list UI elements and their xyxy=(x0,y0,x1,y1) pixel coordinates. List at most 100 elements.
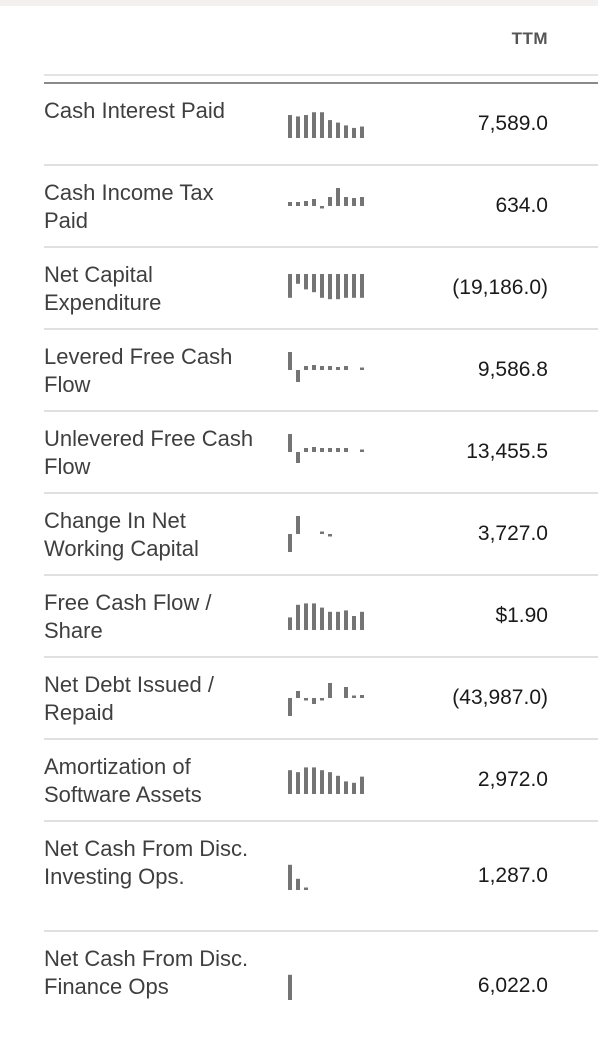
sparkline-bar xyxy=(344,366,348,370)
sparkline-bar xyxy=(296,878,300,890)
sparkline xyxy=(286,932,376,1040)
sparkline-svg xyxy=(288,434,364,463)
row-value: 2,972.0 xyxy=(477,768,548,791)
sparkline-bar xyxy=(328,683,332,698)
sparkline-bar xyxy=(288,115,292,138)
sparkline-bar xyxy=(336,367,340,370)
sparkline-bar xyxy=(288,202,292,206)
sparkline-bar xyxy=(296,516,300,534)
sparkline-bar xyxy=(288,534,292,552)
sparkline-bar xyxy=(360,776,364,794)
sparkline-bar xyxy=(296,604,300,630)
sparkline-bar xyxy=(360,274,364,298)
sparkline-bar xyxy=(296,370,300,382)
row-value: 7,589.0 xyxy=(477,112,548,135)
table-row: Amortization of Software Assets 2,972.0 xyxy=(44,740,598,822)
sparkline-bar xyxy=(344,610,348,630)
sparkline-bar xyxy=(360,611,364,630)
sparkline-bar xyxy=(352,198,356,206)
sparkline-bar xyxy=(304,201,308,206)
sparkline xyxy=(286,166,376,246)
sparkline-svg xyxy=(288,188,364,209)
sparkline-bar xyxy=(344,197,348,206)
row-label: Levered Free Cash Flow xyxy=(44,344,233,397)
sparkline-bar xyxy=(352,695,356,698)
cash-flow-table: Cash Interest Paid 7,589.0 Cash Income T… xyxy=(44,84,598,1040)
sparkline-bar xyxy=(328,366,332,370)
sparkline-bar xyxy=(296,772,300,794)
sparkline xyxy=(286,84,376,164)
sparkline-bar xyxy=(320,274,324,298)
sparkline-bar xyxy=(336,775,340,794)
sparkline-bar xyxy=(288,617,292,630)
sparkline xyxy=(286,822,376,930)
sparkline-bar xyxy=(304,366,308,370)
sparkline-bar xyxy=(304,115,308,138)
sparkline-bar xyxy=(320,448,324,452)
row-label: Cash Interest Paid xyxy=(44,98,225,123)
row-label: Net Capital Expenditure xyxy=(44,262,162,315)
sparkline-svg xyxy=(288,112,364,138)
sparkline xyxy=(286,248,376,328)
table-row: Change In Net Working Capital 3,727.0 xyxy=(44,494,598,576)
sparkline-bar xyxy=(320,112,324,138)
sparkline-bar xyxy=(304,603,308,630)
row-label: Cash Income Tax Paid xyxy=(44,180,214,233)
sparkline-bar xyxy=(320,206,324,209)
sparkline xyxy=(286,576,376,656)
sparkline-bar xyxy=(336,611,340,630)
row-value: (43,987.0) xyxy=(452,686,548,709)
sparkline-bar xyxy=(344,781,348,794)
sparkline xyxy=(286,494,376,574)
row-value: 3,727.0 xyxy=(477,522,548,545)
sparkline-bar xyxy=(328,197,332,206)
sparkline-bar xyxy=(328,448,332,452)
sparkline-bar xyxy=(296,452,300,463)
sparkline xyxy=(286,330,376,410)
sparkline-bar xyxy=(328,772,332,794)
sparkline-bar xyxy=(288,864,292,890)
table-row: Net Debt Issued / Repaid (43,987.0) xyxy=(44,658,598,740)
table-row: Free Cash Flow / Share $1.90 xyxy=(44,576,598,658)
table-row: Net Cash From Disc. Finance Ops 6,022.0 xyxy=(44,932,598,1040)
header-divider-light xyxy=(44,74,598,76)
row-label: Amortization of Software Assets xyxy=(44,754,202,807)
row-label: Net Cash From Disc. Finance Ops xyxy=(44,946,249,999)
sparkline xyxy=(286,658,376,738)
sparkline-svg xyxy=(288,767,364,794)
sparkline-svg xyxy=(288,603,364,630)
sparkline-bar xyxy=(336,448,340,452)
sparkline-bar xyxy=(320,366,324,370)
sparkline-bar xyxy=(304,274,308,290)
sparkline-bar xyxy=(360,695,364,698)
sparkline-bar xyxy=(304,767,308,794)
sparkline-svg xyxy=(288,352,364,382)
sparkline-bar xyxy=(320,531,324,534)
table-row: Unlevered Free Cash Flow 13,455.5 xyxy=(44,412,598,494)
sparkline-bar xyxy=(352,274,356,298)
table-row: Net Cash From Disc. Investing Ops. 1,287… xyxy=(44,822,598,932)
sparkline-bar xyxy=(336,122,340,138)
sparkline xyxy=(286,412,376,492)
sparkline-svg xyxy=(288,683,364,716)
sparkline-bar xyxy=(288,274,292,298)
sparkline-bar xyxy=(288,698,292,716)
table-row: Net Capital Expenditure (19,186.0) xyxy=(44,248,598,330)
sparkline-bar xyxy=(312,698,316,704)
sparkline-bar xyxy=(360,449,364,452)
row-label: Net Debt Issued / Repaid xyxy=(44,672,214,725)
sparkline-bar xyxy=(352,616,356,630)
sparkline-bar xyxy=(312,274,316,293)
table-row: Levered Free Cash Flow 9,586.8 xyxy=(44,330,598,412)
row-value: 634.0 xyxy=(495,194,548,217)
sparkline-bar xyxy=(352,127,356,138)
sparkline-bar xyxy=(360,367,364,370)
sparkline-bar xyxy=(304,887,308,890)
row-value: 1,287.0 xyxy=(477,864,548,887)
sparkline-bar xyxy=(296,274,300,284)
sparkline-bar xyxy=(312,603,316,630)
sparkline-bar xyxy=(312,447,316,452)
sparkline-bar xyxy=(344,125,348,138)
row-value: 9,586.8 xyxy=(477,358,548,381)
sparkline-bar xyxy=(312,199,316,206)
